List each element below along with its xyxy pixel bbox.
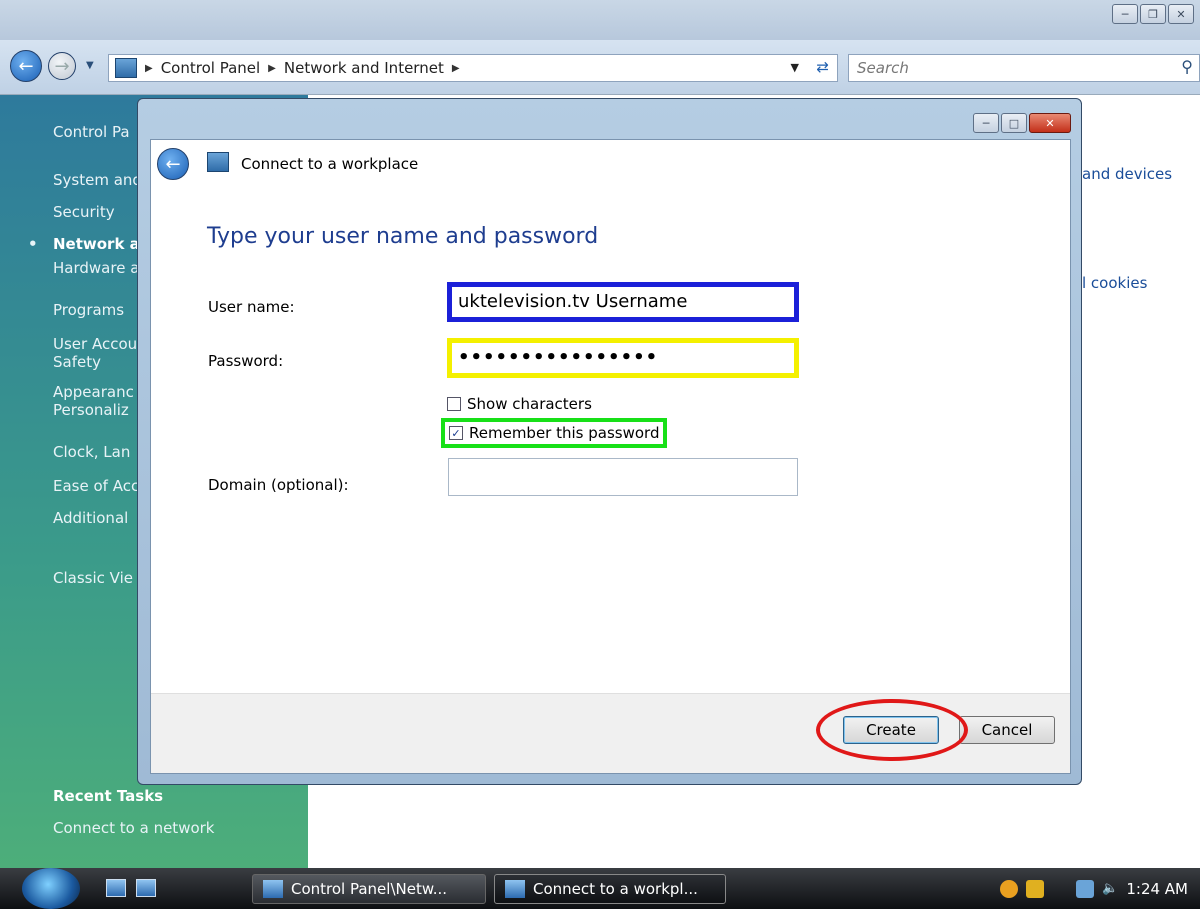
show-characters-option[interactable]: Show characters [447, 395, 592, 413]
search-input[interactable]: Search ⚲ [848, 54, 1200, 82]
taskbar: Control Panel\Netw... Connect to a workp… [0, 868, 1200, 909]
history-dropdown-icon[interactable]: ▼ [86, 60, 94, 71]
network-icon [505, 880, 525, 898]
breadcrumb-chevron-icon[interactable]: ▶ [145, 63, 153, 74]
window-titlebar: ─ ❐ ✕ [0, 0, 1200, 40]
forward-arrow-icon[interactable]: → [48, 52, 76, 80]
back-arrow-icon[interactable]: ← [157, 148, 189, 180]
address-bar[interactable]: ▶ Control Panel ▶ Network and Internet ▶… [108, 54, 838, 82]
password-label: Password: [208, 352, 284, 370]
sidebar-item-classic-view[interactable]: Classic Vie [53, 569, 133, 587]
minimize-icon[interactable]: ─ [1112, 4, 1138, 24]
sidebar-item-control-panel-home[interactable]: Control Pa [53, 123, 130, 141]
breadcrumb-network-internet[interactable]: Network and Internet [284, 59, 444, 77]
refresh-icon[interactable]: ⇄ [816, 58, 829, 76]
search-icon[interactable]: ⚲ [1181, 57, 1193, 76]
cancel-button[interactable]: Cancel [959, 716, 1055, 744]
window-caption-buttons: ─ ❐ ✕ [1112, 4, 1194, 24]
page-heading: Type your user name and password [207, 224, 599, 249]
username-field[interactable]: uktelevision.tv Username [447, 282, 799, 322]
remember-password-option[interactable]: ✓ Remember this password [441, 418, 668, 448]
show-characters-label: Show characters [467, 395, 592, 413]
sidebar-item-security[interactable]: Security [53, 203, 115, 221]
back-arrow-icon[interactable]: ← [10, 50, 42, 82]
breadcrumb-chevron-icon[interactable]: ▶ [452, 63, 460, 74]
clock[interactable]: 1:24 AM [1126, 880, 1188, 898]
recent-task-connect-network[interactable]: Connect to a network [53, 819, 215, 837]
system-tray: 🔈 1:24 AM [1000, 868, 1200, 909]
taskbar-item-connect-workplace[interactable]: Connect to a workpl... [494, 874, 726, 904]
close-icon[interactable]: ✕ [1029, 113, 1071, 133]
create-button[interactable]: Create [843, 716, 939, 744]
sidebar-item-clock[interactable]: Clock, Lan [53, 443, 130, 461]
link-cookies[interactable]: l cookies [1082, 274, 1147, 292]
task-label: Connect to a workpl... [533, 880, 698, 898]
taskbar-item-control-panel[interactable]: Control Panel\Netw... [252, 874, 486, 904]
sidebar-item-hardware[interactable]: Hardware a [53, 259, 139, 277]
maximize-icon[interactable]: □ [1001, 113, 1027, 133]
domain-field[interactable] [448, 458, 798, 496]
show-characters-checkbox[interactable] [447, 397, 461, 411]
task-label: Control Panel\Netw... [291, 880, 448, 898]
maximize-icon[interactable]: ❐ [1140, 4, 1166, 24]
dialog-body: ← Connect to a workplace Type your user … [150, 139, 1071, 774]
control-panel-icon [263, 880, 283, 898]
sidebar-item-ease-of-access[interactable]: Ease of Acc [53, 477, 139, 495]
security-shield-icon[interactable] [1000, 879, 1019, 898]
sidebar-item-user-accounts[interactable]: User Accou Safety [53, 335, 137, 371]
sidebar-item-system[interactable]: System and [53, 171, 142, 189]
start-orb-icon[interactable] [22, 868, 80, 909]
sync-icon[interactable] [1026, 879, 1045, 898]
recent-tasks-heading: Recent Tasks [53, 787, 164, 805]
sidebar-item-additional[interactable]: Additional [53, 509, 128, 527]
password-field[interactable]: •••••••••••••••• [447, 338, 799, 378]
dialog-footer: Create Cancel [151, 693, 1070, 773]
volume-icon[interactable]: 🔈 [1102, 881, 1118, 896]
connect-workplace-dialog: ─ □ ✕ ← Connect to a workplace Type your… [137, 98, 1082, 785]
network-status-icon[interactable] [1076, 879, 1095, 898]
link-devices[interactable]: and devices [1082, 165, 1172, 183]
control-panel-icon [115, 58, 137, 78]
sidebar-item-programs[interactable]: Programs [53, 301, 124, 319]
minimize-icon[interactable]: ─ [973, 113, 999, 133]
dialog-caption-buttons: ─ □ ✕ [973, 113, 1071, 133]
remember-password-checkbox[interactable]: ✓ [449, 426, 463, 440]
username-label: User name: [208, 298, 295, 316]
breadcrumb-chevron-icon[interactable]: ▶ [268, 63, 276, 74]
search-placeholder: Search [857, 59, 909, 77]
domain-label: Domain (optional): [208, 476, 349, 494]
address-dropdown-icon[interactable]: ▼ [791, 61, 799, 74]
network-icon [207, 152, 229, 172]
dialog-header: ← Connect to a workplace [151, 140, 1070, 190]
breadcrumb-control-panel[interactable]: Control Panel [161, 59, 260, 77]
remember-password-label: Remember this password [469, 424, 660, 442]
address-toolbar: ← → ▼ ▶ Control Panel ▶ Network and Inte… [0, 40, 1200, 95]
close-icon[interactable]: ✕ [1168, 4, 1194, 24]
current-bullet-icon: • [28, 235, 38, 253]
sidebar-item-appearance[interactable]: Appearanc Personaliz [53, 383, 134, 419]
show-desktop-icon[interactable] [106, 879, 126, 897]
dialog-title: Connect to a workplace [241, 155, 419, 173]
sidebar-item-network[interactable]: Network a [53, 235, 140, 253]
switch-windows-icon[interactable] [136, 879, 156, 897]
